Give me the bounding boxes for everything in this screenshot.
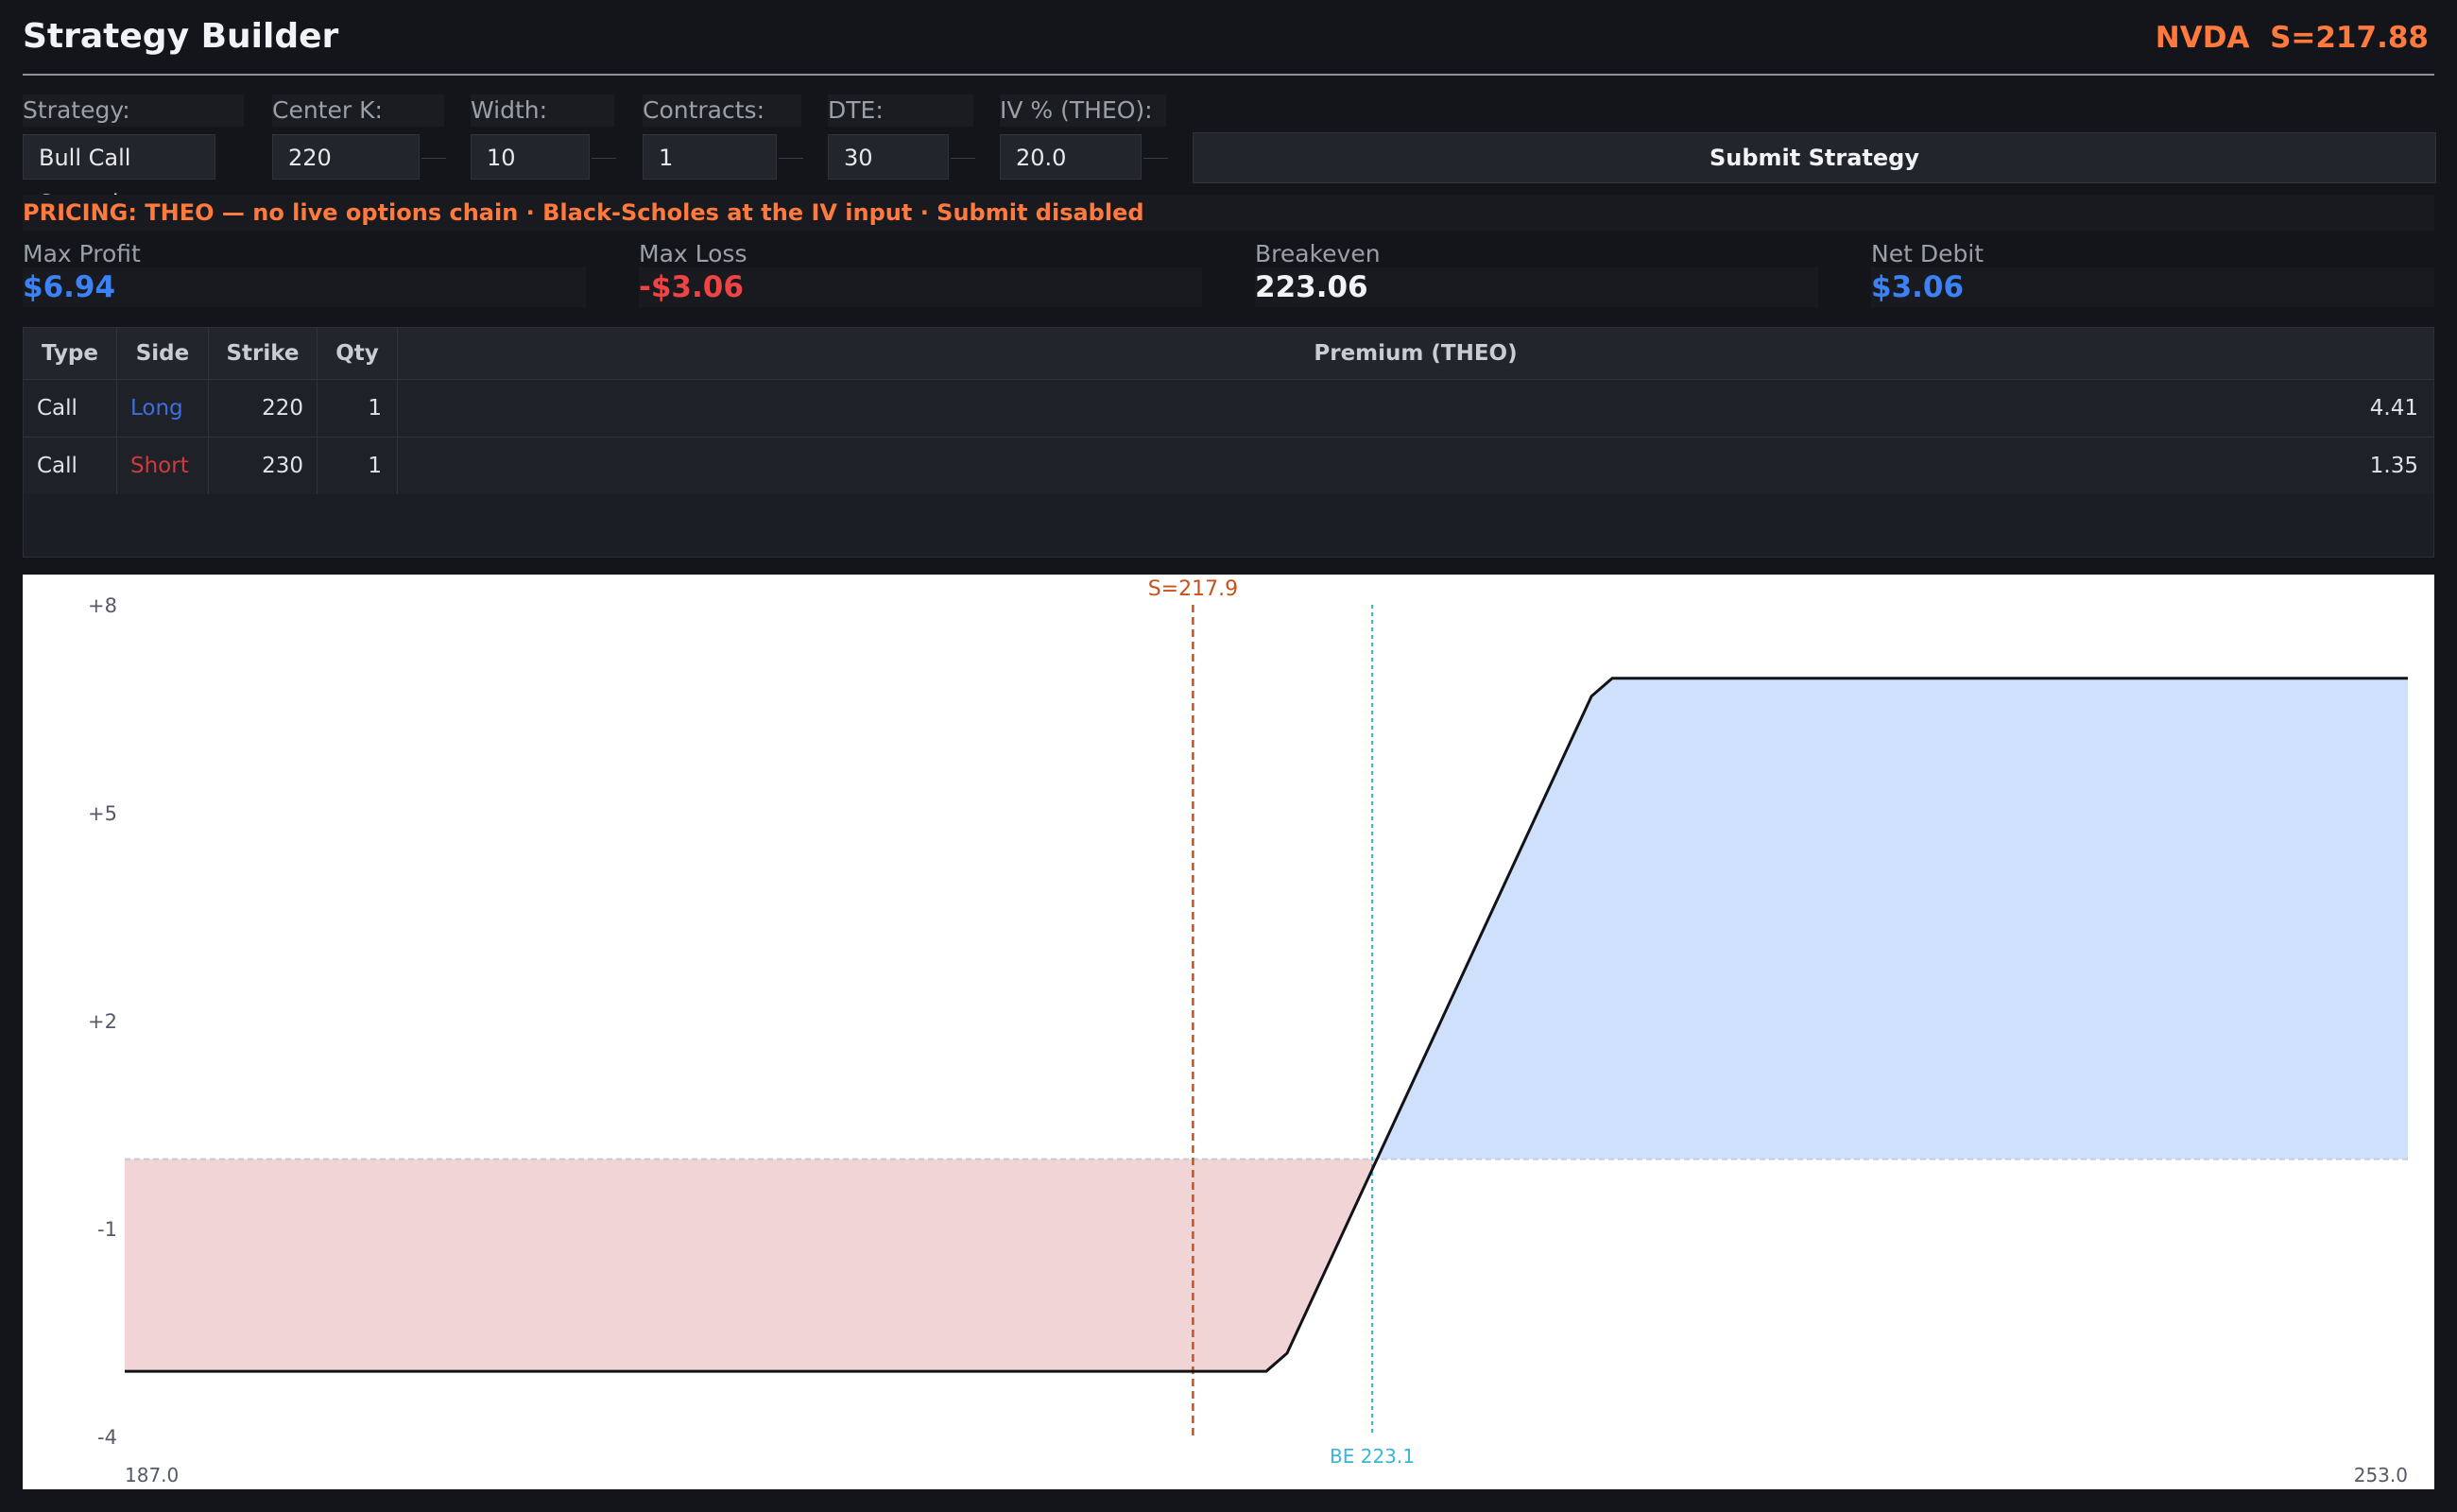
col-type: Type — [24, 328, 117, 380]
dte-label: DTE: — [828, 94, 973, 127]
breakeven-label: Breakeven — [1255, 240, 1381, 267]
leg-side: Long — [116, 379, 209, 438]
ticker-spot: NVDA S=217.88 — [2156, 21, 2429, 55]
leg-side: Short — [116, 437, 209, 494]
x-tick-label: 253.0 — [2354, 1464, 2408, 1486]
max-loss-label: Max Loss — [639, 240, 747, 267]
profit-area — [1377, 678, 2408, 1160]
page-title: Strategy Builder — [23, 17, 339, 56]
net-debit-label: Net Debit — [1871, 240, 1984, 267]
strategy-label: Strategy: — [23, 94, 244, 127]
breakeven-metric: Breakeven 223.06 — [1255, 240, 1818, 307]
max-profit-value: $6.94 — [23, 267, 586, 307]
y-tick-label: +2 — [88, 1010, 117, 1033]
leg-qty: 1 — [317, 379, 398, 438]
dte-input[interactable]: 30 — [828, 134, 949, 180]
col-strike: Strike — [208, 328, 318, 380]
center-k-input[interactable]: 220 — [272, 134, 420, 180]
y-tick-label: +5 — [88, 802, 117, 825]
loss-area — [125, 1159, 1378, 1372]
spot-price: S=217.88 — [2270, 21, 2429, 55]
iv-input[interactable]: 20.0 — [1000, 134, 1142, 180]
payoff-chart-svg: S=217.9 BE 223.1 +8 +5 +2 -1 -4 187.0 253.0 — [88, 577, 2408, 1486]
iv-stepper — [1143, 158, 1168, 159]
leg-type: Call — [24, 437, 117, 494]
legs-table: Type Side Strike Qty Premium (THEO) Call… — [23, 327, 2434, 558]
submit-strategy-button[interactable]: Submit Strategy — [1193, 132, 2436, 183]
x-tick-label: 187.0 — [125, 1464, 179, 1486]
contracts-stepper — [779, 158, 803, 159]
table-row[interactable]: Call Short 230 1 1.35 — [24, 437, 2433, 494]
leg-strike: 220 — [208, 379, 318, 438]
leg-premium: 4.41 — [397, 379, 2433, 438]
max-loss-metric: Max Loss -$3.06 — [639, 240, 1202, 307]
leg-premium: 1.35 — [397, 437, 2433, 494]
bottom-bar — [0, 1491, 2457, 1512]
dte-stepper — [951, 158, 975, 159]
breakeven-label: BE 223.1 — [1330, 1445, 1415, 1468]
width-label: Width: — [471, 94, 614, 127]
col-qty: Qty — [317, 328, 398, 380]
width-stepper — [592, 158, 616, 159]
y-tick-label: +8 — [88, 594, 117, 617]
iv-label: IV % (THEO): — [1000, 94, 1166, 127]
col-premium: Premium (THEO) — [397, 328, 2433, 380]
ticker-symbol: NVDA — [2155, 21, 2250, 55]
col-side: Side — [116, 328, 209, 380]
contracts-input[interactable]: 1 — [643, 134, 777, 180]
payoff-chart: S=217.9 BE 223.1 +8 +5 +2 -1 -4 187.0 253.0 — [23, 575, 2434, 1489]
net-debit-value: $3.06 — [1871, 267, 2434, 307]
y-tick-label: -1 — [97, 1218, 117, 1241]
leg-type: Call — [24, 379, 117, 438]
center-k-stepper — [421, 158, 446, 159]
leg-qty: 1 — [317, 437, 398, 494]
pricing-notice: PRICING: THEO — no live options chain · … — [23, 195, 2434, 231]
breakeven-value: 223.06 — [1255, 267, 1818, 307]
spot-label: S=217.9 — [1148, 577, 1238, 601]
center-k-label: Center K: — [272, 94, 444, 127]
max-loss-value: -$3.06 — [639, 267, 1202, 307]
width-input[interactable]: 10 — [471, 134, 590, 180]
y-tick-label: -4 — [97, 1426, 117, 1449]
max-profit-metric: Max Profit $6.94 — [23, 240, 586, 307]
header-divider — [23, 74, 2434, 76]
table-row[interactable]: Call Long 220 1 4.41 — [24, 379, 2433, 438]
leg-strike: 230 — [208, 437, 318, 494]
legs-table-header: Type Side Strike Qty Premium (THEO) — [24, 328, 2433, 380]
strategy-select[interactable]: Bull Call Spread — [23, 134, 215, 216]
max-profit-label: Max Profit — [23, 240, 141, 267]
net-debit-metric: Net Debit $3.06 — [1871, 240, 2434, 307]
contracts-label: Contracts: — [643, 94, 801, 127]
